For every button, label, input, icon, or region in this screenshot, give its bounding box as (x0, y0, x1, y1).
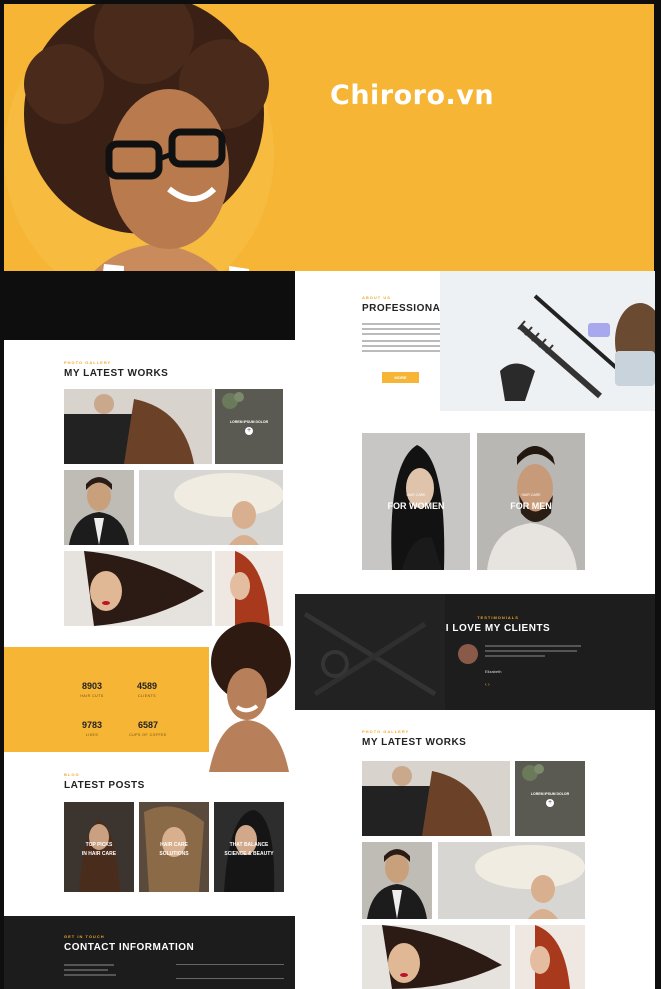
text-line (485, 655, 545, 657)
testimonials-section: TESTIMONIALS I LOVE MY CLIENTS Elizabeth… (295, 594, 655, 710)
about-section: ABOUT US PROFESSIONAL HAIR STYLIST MORE (295, 271, 655, 411)
plus-icon[interactable]: + (546, 799, 554, 807)
stat-likes: 9783 LIKES (77, 720, 107, 737)
hero-banner: Chiroro.vn (4, 4, 654, 271)
stat-label: LIKES (85, 733, 99, 737)
stat-value: 9783 (81, 720, 103, 730)
testimonials-header: TESTIMONIALS I LOVE MY CLIENTS (438, 615, 558, 634)
works-header-right: PHOTO GALLERY MY LATEST WORKS (362, 729, 466, 748)
about-button-label: MORE (394, 375, 407, 380)
scissors-background-image (295, 594, 445, 710)
post-card-3[interactable]: THAT BALANCE SCIENCE & BEAUTY (214, 802, 284, 892)
stat-haircuts: 8903 HAIR CUTS (77, 681, 107, 698)
text-line (485, 650, 577, 652)
gallery-image-haircut[interactable] (64, 389, 212, 464)
stat-label: CUPS OF COFFEE (129, 733, 167, 737)
category-small-label: HAIR CARE (521, 493, 541, 497)
gallery-image-redhead[interactable] (515, 925, 585, 989)
post-title-line2: IN HAIR CARE (81, 851, 117, 857)
category-men[interactable]: HAIR CARE FOR MEN (477, 433, 585, 570)
stat-clients: 4589 CLIENTS (132, 681, 162, 698)
gallery-image-hover[interactable]: LOREM IPSUM DOLOR + (515, 761, 585, 836)
category-women[interactable]: HAIR CARE FOR WOMEN (362, 433, 470, 570)
gallery-image-blonde[interactable] (139, 470, 283, 545)
stat-value: 6587 (137, 720, 159, 730)
testimonial-author: Elizabeth (485, 669, 502, 674)
gallery-image-redhead[interactable] (215, 551, 283, 626)
works-kicker: PHOTO GALLERY (362, 729, 410, 734)
works-kicker: PHOTO GALLERY (64, 360, 112, 365)
stat-label: HAIR CUTS (80, 694, 104, 698)
testimonials-kicker: TESTIMONIALS (477, 615, 519, 620)
stats-model-image (209, 622, 291, 772)
stat-value: 8903 (81, 681, 103, 691)
posts-header: BLOG LATEST POSTS (64, 772, 145, 791)
hero-model-image (4, 4, 274, 271)
posts-title: LATEST POSTS (64, 780, 145, 791)
works-title: MY LATEST WORKS (362, 737, 467, 748)
text-line (64, 964, 114, 966)
text-line (64, 969, 108, 971)
gallery-hover-caption: LOREM IPSUM DOLOR (530, 792, 570, 796)
contact-title: CONTACT INFORMATION (64, 942, 195, 953)
contact-header: GET IN TOUCH CONTACT INFORMATION (64, 934, 194, 953)
post-title-line2: SOLUTIONS (159, 851, 189, 857)
post-title-line1: TOP PICKS (85, 842, 113, 848)
gallery-image-haircut[interactable] (362, 761, 510, 836)
stylist-tools-image (440, 271, 655, 411)
works-title: MY LATEST WORKS (64, 368, 169, 379)
about-more-button[interactable]: MORE (382, 372, 419, 383)
screenshot-frame: Chiroro.vn PHOTO GALLERY MY LATEST WORKS… (0, 0, 661, 989)
gallery-image-hover[interactable]: LOREM IPSUM DOLOR + (215, 389, 283, 464)
category-title: FOR MEN (510, 501, 552, 511)
post-title-line2: SCIENCE & BEAUTY (224, 851, 274, 857)
stats-band: 8903 HAIR CUTS 4589 CLIENTS 9783 LIKES 6… (4, 647, 209, 752)
contact-section: GET IN TOUCH CONTACT INFORMATION (4, 916, 295, 989)
category-title: FOR WOMEN (387, 501, 445, 511)
gallery-image-blonde[interactable] (438, 842, 585, 919)
stat-coffee: 6587 CUPS OF COFFEE (128, 720, 168, 737)
contact-kicker: GET IN TOUCH (64, 934, 105, 939)
stat-label: CLIENTS (137, 694, 157, 698)
name-input[interactable] (176, 964, 284, 965)
testimonial-text (485, 645, 585, 660)
works-header-left: PHOTO GALLERY MY LATEST WORKS (64, 360, 168, 379)
right-page-column: ABOUT US PROFESSIONAL HAIR STYLIST MORE (295, 271, 655, 989)
post-card-2[interactable]: HAIR CARE SOLUTIONS (139, 802, 209, 892)
client-avatar (458, 644, 478, 664)
testimonial-nav-arrows-icon[interactable]: ‹ › (485, 682, 490, 688)
text-line (485, 645, 581, 647)
contact-details (64, 964, 124, 979)
gallery-image-brunette[interactable] (64, 551, 212, 626)
post-card-1[interactable]: TOP PICKS IN HAIR CARE (64, 802, 134, 892)
gallery-image-man-suit[interactable] (64, 470, 134, 545)
text-line (64, 974, 116, 976)
brand-watermark: Chiroro.vn (330, 80, 495, 111)
post-title-line1: HAIR CARE (160, 842, 188, 848)
gallery-image-brunette[interactable] (362, 925, 510, 989)
post-title-line1: THAT BALANCE (229, 842, 269, 848)
gallery-hover-caption: LOREM IPSUM DOLOR (229, 420, 269, 424)
email-input[interactable] (176, 978, 284, 979)
posts-kicker: BLOG (64, 772, 80, 777)
left-page-column: PHOTO GALLERY MY LATEST WORKS LOREM IPSU… (4, 340, 295, 989)
stat-value: 4589 (136, 681, 158, 691)
plus-icon[interactable]: + (245, 427, 253, 435)
category-small-label: HAIR CARE (406, 493, 426, 497)
gallery-image-man-suit[interactable] (362, 842, 432, 919)
testimonials-title: I LOVE MY CLIENTS (445, 623, 551, 634)
